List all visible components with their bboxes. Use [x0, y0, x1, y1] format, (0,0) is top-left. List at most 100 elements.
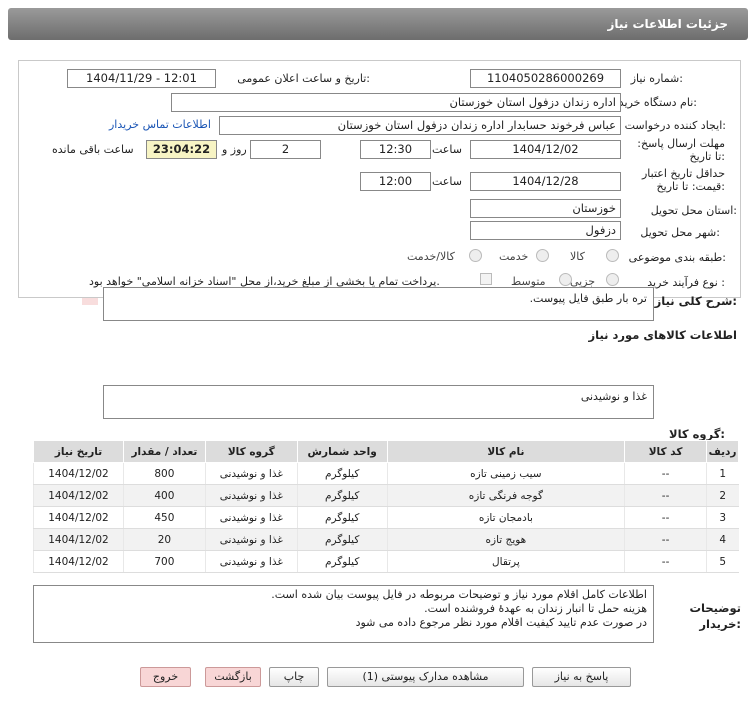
process-medium-radio[interactable] [559, 273, 572, 286]
cell-group: غذا و نوشیدنی [204, 550, 298, 573]
table-row: 1 -- سیب زمینی تازه کیلوگرم غذا و نوشیدن… [33, 462, 739, 485]
process-small-radio[interactable] [606, 273, 619, 286]
category-label: طبقه بندی موضوعی: [628, 251, 726, 264]
back-button[interactable]: بازگشت [205, 667, 261, 687]
attachments-button[interactable]: مشاهده مدارک پیوستی (1) [327, 667, 524, 687]
cell-row: 3 [706, 506, 739, 529]
exit-button[interactable]: خروج [140, 667, 191, 687]
cell-code: -- [624, 462, 707, 485]
cell-code: -- [624, 528, 707, 551]
cell-row: 2 [706, 484, 739, 507]
treasury-payment-checkbox[interactable] [480, 273, 492, 285]
process-type-label: نوع فرآیند خرید : [647, 276, 725, 289]
buyer-org-label: نام دستگاه خریدار: [610, 96, 697, 109]
creator-field: عباس فرخوند حسابدار اداره زندان دزفول اس… [219, 116, 621, 135]
delivery-province-label: استان محل تحویل: [650, 204, 737, 217]
days-left-field: 2 [250, 140, 321, 159]
cell-name: گوجه فرنگی تازه [386, 484, 625, 507]
category-service-label: خدمت [499, 250, 529, 263]
cell-date: 1404/12/02 [33, 462, 124, 485]
cell-name: سیب زمینی تازه [386, 462, 625, 485]
cell-unit: کیلوگرم [296, 462, 388, 485]
col-unit-header: واحد شمارش [296, 440, 388, 463]
cell-code: -- [624, 506, 707, 529]
cell-name: بادمجان تازه [386, 506, 625, 529]
cell-date: 1404/12/02 [33, 506, 124, 529]
page-title: جزئیات اطلاعات نیاز [607, 17, 728, 31]
goods-group-label: گروه کالا: [669, 427, 725, 441]
category-goods-radio[interactable] [606, 249, 619, 262]
category-service-radio[interactable] [536, 249, 549, 262]
city-field: دزفول [470, 221, 621, 240]
buyer-note-line: هزینه حمل تا انبار زندان به عهدهٔ فروشند… [424, 602, 647, 615]
announce-datetime-label: تاریخ و ساعت اعلان عمومی: [237, 72, 370, 85]
goods-table: ردیف کد کالا نام کالا واحد شمارش گروه کا… [33, 440, 739, 573]
cell-unit: کیلوگرم [296, 528, 388, 551]
cell-code: -- [624, 484, 707, 507]
table-row: 2 -- گوجه فرنگی تازه کیلوگرم غذا و نوشید… [33, 484, 739, 507]
page-header: جزئیات اطلاعات نیاز [8, 8, 748, 40]
general-desc-box: تره بار طبق فایل پیوست. [103, 287, 654, 321]
col-code-header: کد کالا [624, 440, 708, 463]
need-number-field: 1104050286000269 [470, 69, 621, 88]
need-number-label: شماره نیاز: [630, 72, 683, 85]
reply-date-field: 1404/12/02 [470, 140, 621, 159]
cell-qty: 20 [122, 528, 206, 551]
creator-label: ایجاد کننده درخواست: [624, 119, 726, 132]
day-and-label: روز و [222, 143, 247, 156]
cell-unit: کیلوگرم [296, 484, 388, 507]
validity-time-label: ساعت [432, 175, 462, 188]
time-left-label: ساعت باقی مانده [52, 143, 134, 156]
buyer-org-field: اداره زندان دزفول استان خوزستان [171, 93, 621, 112]
reply-time-field: 12:30 [360, 140, 431, 159]
goods-group-box: غذا و نوشیدنی [103, 385, 654, 419]
cell-name: هویج تازه [386, 528, 625, 551]
reply-deadline-label: مهلت ارسال پاسخ: تا تاریخ: [637, 137, 725, 163]
col-name-header: نام کالا [386, 440, 626, 463]
cell-group: غذا و نوشیدنی [204, 506, 298, 529]
contact-buyer-link[interactable]: اطلاعات تماس خریدار [109, 118, 211, 131]
cell-qty: 800 [122, 462, 206, 485]
cell-group: غذا و نوشیدنی [204, 484, 298, 507]
min-validity-label: حداقل تاریخ اعتبار قیمت: تا تاریخ: [641, 167, 725, 193]
cell-row: 1 [706, 462, 739, 485]
cell-qty: 450 [122, 506, 206, 529]
goods-info-title: اطلاعات کالاهای مورد نیاز [588, 328, 737, 342]
province-field: خوزستان [470, 199, 621, 218]
delivery-city-label: شهر محل تحویل: [640, 226, 720, 239]
table-row: 4 -- هویج تازه کیلوگرم غذا و نوشیدنی 20 … [33, 528, 739, 551]
table-header-row: ردیف کد کالا نام کالا واحد شمارش گروه کا… [33, 440, 739, 463]
cell-code: -- [624, 550, 707, 573]
announce-datetime-field: 1404/11/29 - 12:01 [67, 69, 216, 88]
cell-qty: 400 [122, 484, 206, 507]
validity-date-field: 1404/12/28 [470, 172, 621, 191]
col-qty-header: تعداد / مقدار [122, 440, 206, 463]
time-left-field: 23:04:22 [146, 140, 217, 159]
table-row: 5 -- پرتقال کیلوگرم غذا و نوشیدنی 700 14… [33, 550, 739, 573]
cell-group: غذا و نوشیدنی [204, 462, 298, 485]
cell-unit: کیلوگرم [296, 550, 388, 573]
cell-date: 1404/12/02 [33, 484, 124, 507]
category-goods-label: کالا [570, 250, 585, 263]
cell-qty: 700 [122, 550, 206, 573]
general-desc-label: شرح کلی نیاز: [654, 294, 737, 308]
reply-button[interactable]: پاسخ به نیاز [532, 667, 631, 687]
cell-date: 1404/12/02 [33, 550, 124, 573]
col-date-header: تاریخ نیاز [33, 440, 124, 463]
col-group-header: گروه کالا [204, 440, 298, 463]
action-bar: پاسخ به نیاز مشاهده مدارک پیوستی (1) چاپ… [0, 660, 755, 692]
buyer-notes-box: اطلاعات کامل اقلام مورد نیاز و توضیحات م… [33, 585, 654, 643]
cell-unit: کیلوگرم [296, 506, 388, 529]
cell-group: غذا و نوشیدنی [204, 528, 298, 551]
buyer-note-line: اطلاعات کامل اقلام مورد نیاز و توضیحات م… [271, 588, 647, 601]
cell-row: 4 [706, 528, 739, 551]
print-button[interactable]: چاپ [269, 667, 319, 687]
col-row-header: ردیف [706, 440, 739, 463]
buyer-note-line: در صورت عدم تایید کیفیت اقلام مورد نظر م… [355, 616, 647, 629]
reply-time-label: ساعت [432, 143, 462, 156]
category-goods-service-label: کالا/خدمت [407, 250, 455, 263]
category-goods-service-radio[interactable] [469, 249, 482, 262]
validity-time-field: 12:00 [360, 172, 431, 191]
buyer-notes-label: توضیحات خریدار: [689, 601, 742, 631]
cell-name: پرتقال [386, 550, 625, 573]
